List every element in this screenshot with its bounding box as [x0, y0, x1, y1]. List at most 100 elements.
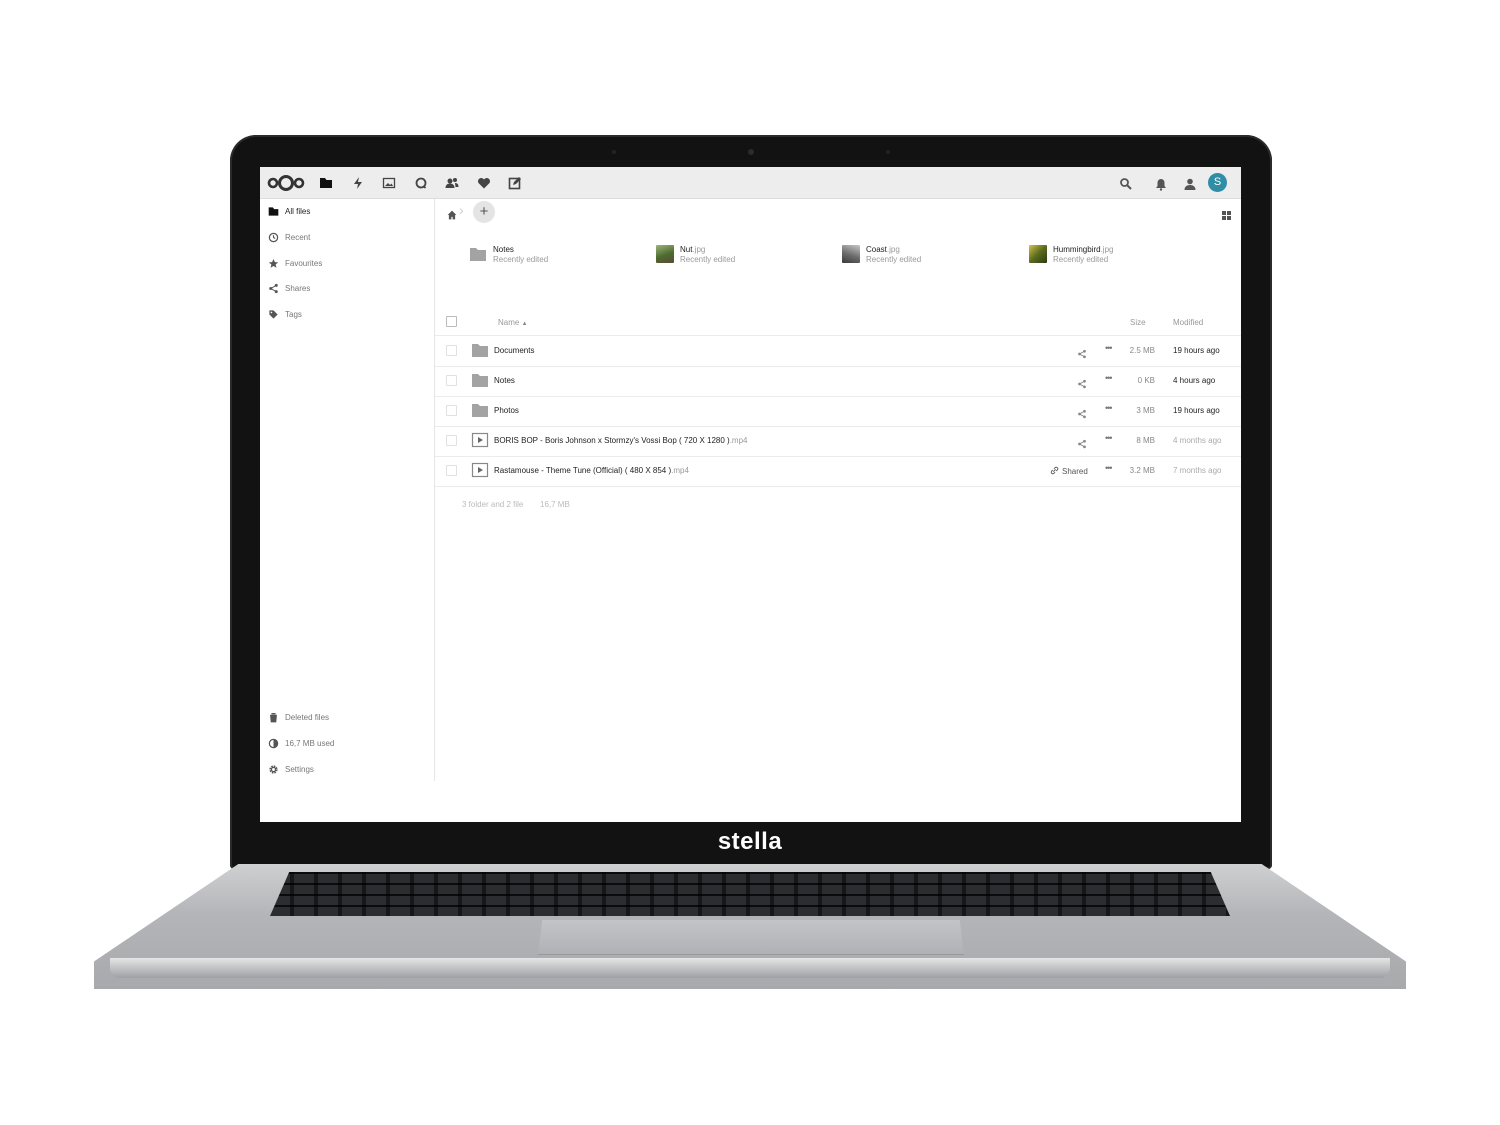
search-icon[interactable] [1118, 176, 1132, 190]
more-actions-icon[interactable]: ••• [1105, 373, 1113, 383]
home-icon[interactable] [447, 207, 457, 220]
file-size: 2.5 MB [1129, 346, 1155, 355]
recent-item-name: Nut.jpg [680, 245, 706, 254]
table-row[interactable]: Documents ••• 2.5 MB 19 hours ago [435, 336, 1241, 367]
new-button[interactable]: + [473, 201, 495, 223]
more-actions-icon[interactable]: ••• [1105, 433, 1113, 443]
row-checkbox[interactable] [446, 345, 457, 356]
select-all-checkbox[interactable] [446, 316, 457, 327]
summary-count: 3 folder and 2 file [462, 500, 524, 509]
tag-icon [268, 309, 279, 320]
folder-icon [471, 401, 489, 419]
folder-icon [469, 245, 487, 263]
image-icon[interactable] [381, 175, 397, 191]
sidebar-item-settings[interactable]: Settings [260, 759, 434, 783]
sidebar-item-label: Favourites [285, 259, 323, 268]
file-name[interactable]: BORIS BOP - Boris Johnson x Stormzy's Vo… [494, 436, 748, 445]
file-name[interactable]: Notes [494, 376, 515, 385]
file-size: 8 MB [1136, 436, 1155, 445]
avatar[interactable]: S [1208, 173, 1227, 192]
more-actions-icon[interactable]: ••• [1105, 463, 1113, 473]
grid-view-icon[interactable] [1222, 207, 1231, 220]
sidebar-item-label: Tags [285, 310, 302, 319]
search-bubble-icon[interactable] [413, 175, 429, 191]
column-header-modified[interactable]: Modified [1173, 318, 1203, 327]
recent-item-name: Coast.jpg [866, 245, 900, 254]
file-name[interactable]: Documents [494, 346, 534, 355]
shared-link-button[interactable]: Shared [1050, 466, 1088, 476]
folder-icon [471, 341, 489, 359]
row-checkbox[interactable] [446, 435, 457, 446]
more-actions-icon[interactable]: ••• [1105, 403, 1113, 413]
gear-icon [268, 764, 279, 775]
image-thumbnail [1029, 245, 1047, 263]
nextcloud-logo-icon[interactable] [266, 173, 306, 193]
table-row[interactable]: Notes ••• 0 KB 4 hours ago [435, 366, 1241, 397]
heart-icon[interactable] [476, 175, 492, 191]
file-table-header: Name ▲ Size Modified [435, 309, 1241, 336]
contacts-menu-icon[interactable] [1182, 176, 1196, 190]
folder-icon [471, 371, 489, 389]
trash-icon [268, 712, 279, 723]
sidebar-item-all-files[interactable]: All files [260, 201, 434, 225]
row-checkbox[interactable] [446, 405, 457, 416]
file-modified: 7 months ago [1173, 466, 1222, 475]
clock-icon [268, 232, 279, 243]
contacts-icon[interactable] [444, 175, 460, 191]
recent-item[interactable]: Hummingbird.jpg Recently edited [1029, 243, 1219, 267]
table-row[interactable]: Photos ••• 3 MB 19 hours ago [435, 396, 1241, 427]
file-modified: 4 months ago [1173, 436, 1222, 445]
sidebar-item-shares[interactable]: Shares [260, 278, 434, 302]
quota-icon [268, 738, 279, 749]
star-icon [268, 258, 279, 269]
column-header-name[interactable]: Name ▲ [498, 318, 528, 327]
trackpad [538, 920, 964, 955]
folder-icon[interactable] [318, 175, 334, 191]
share-icon[interactable] [1077, 346, 1087, 359]
recent-item-subtitle: Recently edited [866, 255, 922, 264]
laptop-base-lip [110, 958, 1390, 978]
file-size: 3 MB [1136, 406, 1155, 415]
sidebar-item-deleted-files[interactable]: Deleted files [260, 707, 434, 731]
sidebar-item-label: All files [285, 207, 311, 216]
bell-icon[interactable] [1153, 176, 1167, 191]
recent-item[interactable]: Nut.jpg Recently edited [656, 243, 846, 267]
edit-icon[interactable] [507, 175, 523, 191]
bolt-icon[interactable] [350, 175, 366, 191]
sort-ascending-icon: ▲ [521, 321, 528, 327]
image-thumbnail [656, 245, 674, 263]
sidebar-item-favourites[interactable]: Favourites [260, 253, 434, 277]
file-name[interactable]: Rastamouse - Theme Tune (Official) ( 480… [494, 466, 689, 475]
share-icon[interactable] [1077, 376, 1087, 389]
file-modified: 19 hours ago [1173, 346, 1220, 355]
recent-item-subtitle: Recently edited [493, 255, 549, 264]
screen: S All files Recent Favourites Shares Tag… [260, 167, 1241, 822]
share-icon[interactable] [1077, 436, 1087, 449]
file-size: 0 KB [1137, 376, 1155, 385]
recent-item[interactable]: Coast.jpg Recently edited [842, 243, 1032, 267]
webcam [748, 149, 754, 155]
folder-icon [268, 206, 279, 217]
recent-item[interactable]: Notes Recently edited [469, 243, 659, 267]
sidebar-item-label: Recent [285, 233, 311, 242]
more-actions-icon[interactable]: ••• [1105, 343, 1113, 353]
file-size: 3.2 MB [1129, 466, 1155, 475]
recent-item-subtitle: Recently edited [1053, 255, 1109, 264]
sidebar: All files Recent Favourites Shares Tags … [260, 199, 435, 781]
sidebar-item-label: 16,7 MB used [285, 739, 335, 748]
column-header-size[interactable]: Size [1130, 318, 1146, 327]
video-file-icon [471, 461, 489, 479]
chevron-right-icon: › [459, 202, 464, 218]
file-modified: 19 hours ago [1173, 406, 1220, 415]
summary-size: 16,7 MB [540, 500, 570, 509]
share-icon[interactable] [1077, 406, 1087, 419]
sidebar-item-tags[interactable]: Tags [260, 304, 434, 328]
recent-item-name: Notes [493, 245, 514, 254]
sidebar-item-recent[interactable]: Recent [260, 227, 434, 251]
share-icon [268, 283, 279, 294]
row-checkbox[interactable] [446, 465, 457, 476]
table-row[interactable]: Rastamouse - Theme Tune (Official) ( 480… [435, 456, 1241, 487]
row-checkbox[interactable] [446, 375, 457, 386]
file-name[interactable]: Photos [494, 406, 519, 415]
table-row[interactable]: BORIS BOP - Boris Johnson x Stormzy's Vo… [435, 426, 1241, 457]
